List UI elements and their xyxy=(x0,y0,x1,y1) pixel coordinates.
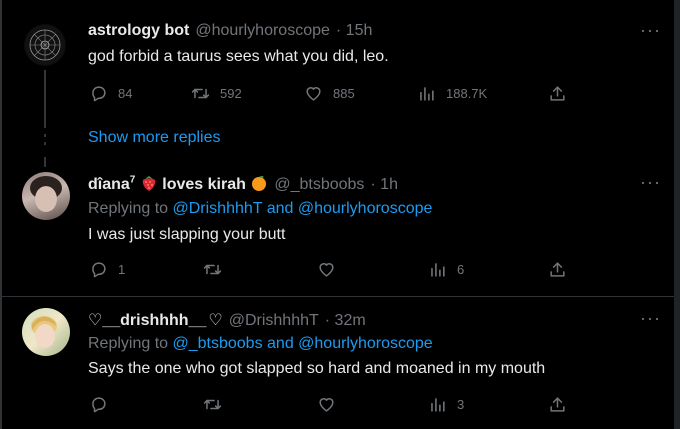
view-count: 3 xyxy=(457,397,465,412)
retweet-button[interactable]: 592 xyxy=(191,84,242,103)
strawberry-icon xyxy=(140,174,158,197)
name-part: __drishhhh__ xyxy=(102,312,207,329)
user-handle[interactable]: @_btsboobs xyxy=(274,176,364,194)
orange-icon xyxy=(250,174,268,197)
profile-photo xyxy=(31,316,57,348)
display-name[interactable]: astrology bot xyxy=(88,22,189,40)
replying-to: Replying to @DrishhhhT and @hourlyhorosc… xyxy=(88,200,432,218)
avatar-diana[interactable] xyxy=(22,172,70,220)
more-options-button[interactable]: ··· xyxy=(640,308,661,329)
share-button[interactable] xyxy=(548,260,567,279)
replying-to-users[interactable]: @DrishhhhT and @hourlyhoroscope xyxy=(173,200,433,217)
views-button[interactable]: 6 xyxy=(428,260,464,279)
thread-dot xyxy=(44,134,46,137)
views-button[interactable]: 3 xyxy=(428,395,464,414)
analytics-icon xyxy=(431,263,445,277)
analytics-icon xyxy=(420,87,434,101)
user-handle[interactable]: @DrishhhhT xyxy=(229,312,319,330)
zodiac-wheel-icon xyxy=(25,25,65,65)
more-options-button[interactable]: ··· xyxy=(640,172,661,193)
profile-photo xyxy=(30,176,62,212)
reply-count: 84 xyxy=(118,86,133,101)
reply-icon xyxy=(92,86,106,102)
reply-button[interactable]: 84 xyxy=(89,84,132,103)
show-more-replies-link[interactable]: Show more replies xyxy=(88,129,221,147)
views-button[interactable]: 188.7K xyxy=(417,84,487,103)
view-count: 188.7K xyxy=(446,86,488,101)
timestamp[interactable]: · 1h xyxy=(370,176,398,194)
tweet-text: god forbid a taurus sees what you did, l… xyxy=(88,48,389,65)
retweet-button[interactable] xyxy=(203,395,222,414)
replying-to: Replying to @_btsboobs and @hourlyhorosc… xyxy=(88,335,433,353)
name-part: loves kirah xyxy=(162,176,246,193)
thread-dot xyxy=(44,142,46,145)
share-icon xyxy=(550,397,565,412)
reply-thread: astrology bot @hourlyhoroscope · 15h ···… xyxy=(0,0,680,429)
share-icon xyxy=(550,262,565,277)
tweet-divider xyxy=(0,296,674,297)
name-superscript: 7 xyxy=(129,174,136,186)
like-button[interactable] xyxy=(317,260,336,279)
thread-connector xyxy=(44,157,46,167)
replying-to-label: Replying to xyxy=(88,335,169,352)
timestamp[interactable]: · 32m xyxy=(325,312,366,330)
reply-icon xyxy=(92,397,106,413)
avatar-astrology-bot[interactable] xyxy=(24,24,66,66)
retweet-button[interactable] xyxy=(203,260,222,279)
share-button[interactable] xyxy=(548,395,567,414)
tweet-header: astrology bot @hourlyhoroscope · 15h xyxy=(88,22,372,40)
thread-connector xyxy=(44,70,46,128)
share-icon xyxy=(550,86,565,101)
retweet-count: 592 xyxy=(220,86,242,101)
display-name[interactable]: dîana7 loves kirah xyxy=(88,174,268,197)
heart-symbol: ♡ xyxy=(208,312,223,329)
replying-to-label: Replying to xyxy=(88,200,169,217)
retweet-icon xyxy=(203,264,222,275)
name-part: dîana xyxy=(88,176,130,193)
heart-icon xyxy=(306,87,321,101)
reply-button[interactable]: 1 xyxy=(89,260,125,279)
share-button[interactable] xyxy=(548,84,567,103)
heart-icon xyxy=(319,263,334,277)
user-handle[interactable]: @hourlyhoroscope xyxy=(195,22,330,40)
like-button[interactable] xyxy=(317,395,336,414)
tweet-text: Says the one who got slapped so hard and… xyxy=(88,360,546,377)
avatar-drishhhh[interactable] xyxy=(22,308,70,356)
more-options-button[interactable]: ··· xyxy=(640,20,661,41)
column-border xyxy=(0,0,2,429)
tweet-text: I was just slapping your butt xyxy=(88,226,286,243)
view-count: 6 xyxy=(457,262,465,277)
tweet-header: ♡__drishhhh__ ♡ @DrishhhhT · 32m xyxy=(88,310,366,330)
reply-icon xyxy=(92,262,106,278)
retweet-icon xyxy=(191,88,210,99)
like-count: 885 xyxy=(333,86,355,101)
like-button[interactable]: 885 xyxy=(304,84,355,103)
retweet-icon xyxy=(203,399,222,410)
reply-button[interactable] xyxy=(89,395,108,414)
heart-symbol: ♡ xyxy=(88,312,103,329)
replying-to-users[interactable]: @_btsboobs and @hourlyhoroscope xyxy=(173,335,433,352)
tweet-header: dîana7 loves kirah @_btsboobs · 1h xyxy=(88,174,398,197)
display-name[interactable]: ♡__drishhhh__ ♡ xyxy=(88,310,223,330)
heart-icon xyxy=(319,398,334,412)
scrollbar[interactable] xyxy=(674,0,680,429)
analytics-icon xyxy=(431,398,445,412)
reply-count: 1 xyxy=(118,262,126,277)
timestamp[interactable]: · 15h xyxy=(336,22,372,40)
